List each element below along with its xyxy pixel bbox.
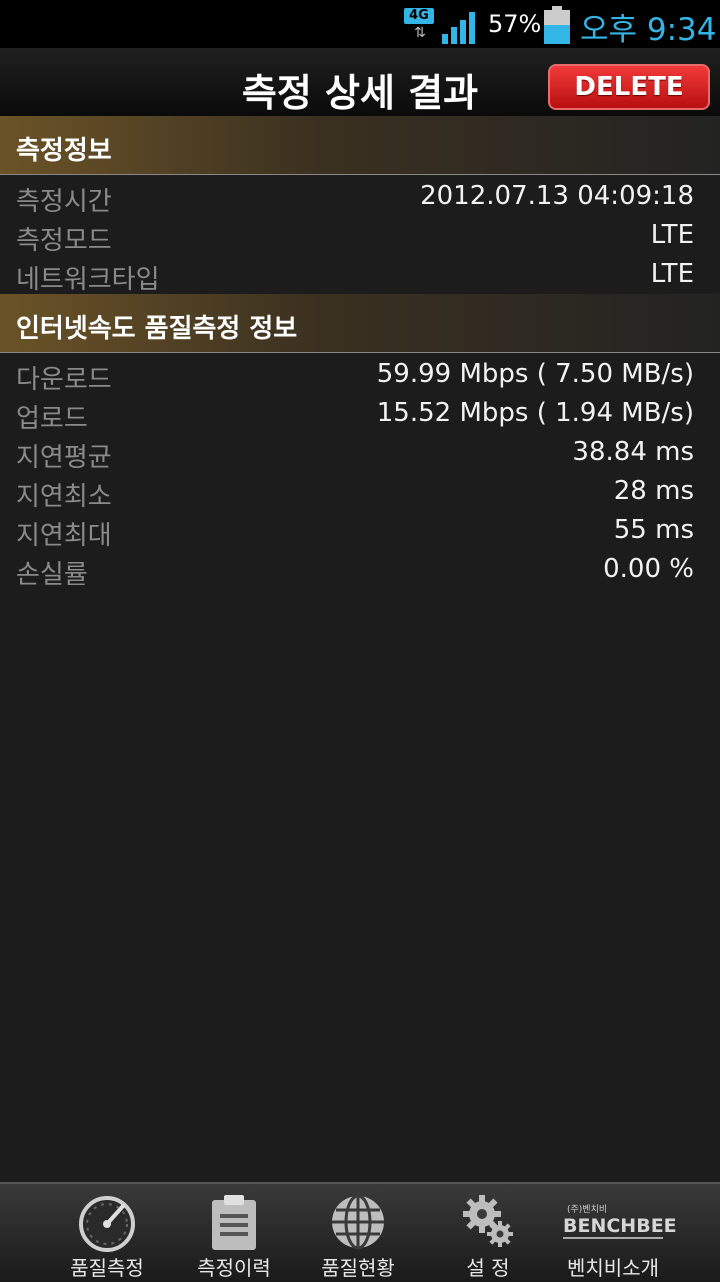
nav-item-settings[interactable]: 설 정	[418, 1184, 558, 1282]
delete-button[interactable]: DELETE	[548, 64, 710, 110]
quality-row-latency-avg: 지연평균 38.84 ms	[0, 433, 720, 473]
row-value: 15.52 Mbps ( 1.94 MB/s)	[376, 398, 694, 428]
title-bar: 측정 상세 결과 DELETE	[0, 48, 720, 116]
logo-text: BENCHBEE	[563, 1215, 677, 1239]
row-value: 55 ms	[613, 515, 694, 545]
row-value: 28 ms	[613, 476, 694, 506]
globe-icon	[332, 1194, 384, 1250]
logo-company: (주)벤치비	[567, 1205, 608, 1215]
info-row-time: 측정시간 2012.07.13 04:09:18	[0, 177, 720, 217]
row-value: 38.84 ms	[572, 437, 694, 467]
row-label: 업로드	[16, 404, 88, 434]
speedometer-icon	[79, 1196, 135, 1252]
data-activity-icon: ⇅	[414, 25, 426, 41]
nav-label: 벤치비소개	[567, 1256, 659, 1280]
row-label: 손실률	[16, 560, 88, 590]
quality-row-download: 다운로드 59.99 Mbps ( 7.50 MB/s)	[0, 355, 720, 395]
battery-icon	[544, 6, 570, 44]
battery-percent: 57%	[488, 10, 542, 38]
row-label: 지연평균	[16, 443, 112, 473]
status-bar: 4G ⇅ 57% 오후 9:34	[0, 0, 720, 48]
row-label: 측정시간	[16, 187, 112, 217]
section-title: 측정정보	[16, 136, 112, 166]
nav-label: 측정이력	[197, 1256, 271, 1280]
row-value: LTE	[650, 220, 694, 250]
quality-row-upload: 업로드 15.52 Mbps ( 1.94 MB/s)	[0, 394, 720, 434]
quality-row-latency-max: 지연최대 55 ms	[0, 511, 720, 551]
nav-label: 설 정	[466, 1256, 510, 1280]
nav-label: 품질측정	[70, 1256, 144, 1280]
clipboard-icon	[212, 1195, 256, 1250]
info-row-network-type: 네트워크타입 LTE	[0, 255, 720, 295]
quality-info-header: 인터넷속도 품질측정 정보	[0, 294, 720, 353]
benchbee-logo: (주)벤치비 BENCHBEE	[563, 1202, 677, 1246]
nav-item-about-benchbee[interactable]: (주)벤치비 BENCHBEE 벤치비소개	[543, 1184, 683, 1282]
row-label: 지연최소	[16, 482, 112, 512]
row-label: 지연최대	[16, 521, 112, 551]
row-value: 2012.07.13 04:09:18	[420, 181, 694, 211]
nav-label: 품질현황	[321, 1256, 395, 1280]
row-label: 다운로드	[16, 365, 112, 395]
row-value: 0.00 %	[603, 554, 694, 584]
signal-strength-icon	[442, 12, 475, 44]
bottom-navigation: 품질측정 측정이력 품질현황 설 정 (주)벤치비 BENCHBEE 벤치비소개	[0, 1182, 720, 1282]
info-row-mode: 측정모드 LTE	[0, 216, 720, 256]
row-value: 59.99 Mbps ( 7.50 MB/s)	[376, 359, 694, 389]
network-type-badge: 4G	[404, 8, 434, 24]
gears-icon	[463, 1195, 513, 1247]
network-indicator: 4G ⇅	[404, 8, 436, 44]
measurement-info-header: 측정정보	[0, 116, 720, 175]
nav-item-quality-test[interactable]: 품질측정	[37, 1184, 177, 1282]
row-label: 네트워크타입	[16, 265, 160, 295]
nav-item-quality-status[interactable]: 품질현황	[288, 1184, 428, 1282]
quality-row-latency-min: 지연최소 28 ms	[0, 472, 720, 512]
quality-row-loss: 손실률 0.00 %	[0, 550, 720, 590]
row-label: 측정모드	[16, 226, 112, 256]
nav-item-history[interactable]: 측정이력	[164, 1184, 304, 1282]
clock: 오후 9:34	[580, 12, 717, 48]
section-title: 인터넷속도 품질측정 정보	[16, 314, 298, 344]
row-value: LTE	[650, 259, 694, 289]
